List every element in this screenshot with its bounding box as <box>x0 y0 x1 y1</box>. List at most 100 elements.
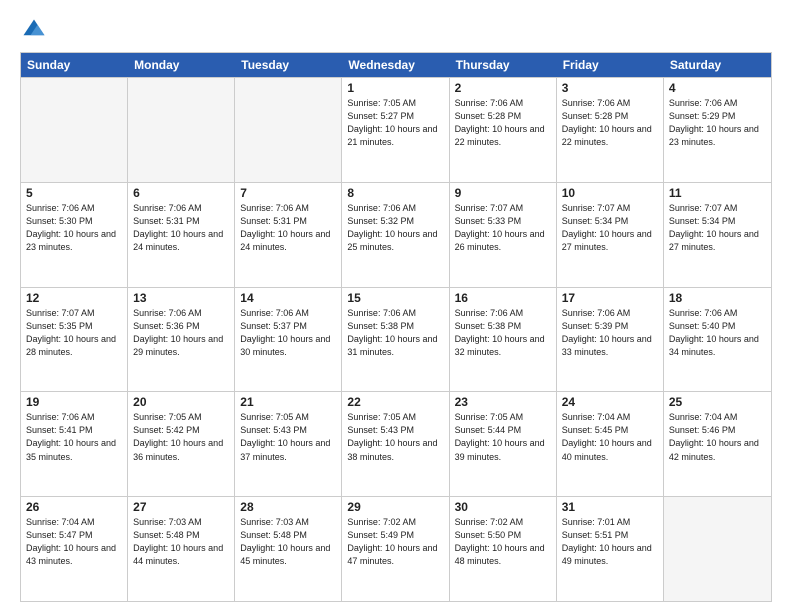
day-cell-8: 8Sunrise: 7:06 AM Sunset: 5:32 PM Daylig… <box>342 183 449 287</box>
day-info: Sunrise: 7:05 AM Sunset: 5:43 PM Dayligh… <box>240 411 336 463</box>
weekday-header-sunday: Sunday <box>21 53 128 77</box>
day-cell-23: 23 Sunrise: 7:05 AM Sunset: 5:44 PM Dayli… <box>450 392 557 496</box>
day-number: 24 <box>562 395 658 409</box>
day-cell-30: 30 Sunrise: 7:02 AM Sunset: 5:50 PM Dayli… <box>450 497 557 601</box>
day-info: Sunrise: 7:05 AM Sunset: 5:43 PM Dayligh… <box>347 411 443 463</box>
weekday-header-thursday: Thursday <box>450 53 557 77</box>
day-number: 21 <box>240 395 336 409</box>
day-cell-25: 25Sunrise: 7:04 AM Sunset: 5:46 PM Dayli… <box>664 392 771 496</box>
day-info: Sunrise: 7:04 AM Sunset: 5:45 PM Dayligh… <box>562 411 658 463</box>
day-number: 28 <box>240 500 336 514</box>
day-cell-27: 27Sunrise: 7:03 AM Sunset: 5:48 PM Dayli… <box>128 497 235 601</box>
empty-cell <box>235 78 342 182</box>
day-cell-26: 26 Sunrise: 7:04 AM Sunset: 5:47 PM Dayli… <box>21 497 128 601</box>
day-number: 12 <box>26 291 122 305</box>
weekday-header-wednesday: Wednesday <box>342 53 449 77</box>
day-number: 16 <box>455 291 551 305</box>
day-info: Sunrise: 7:06 AM Sunset: 5:31 PM Dayligh… <box>240 202 336 254</box>
calendar-row-5: 26 Sunrise: 7:04 AM Sunset: 5:47 PM Dayli… <box>21 496 771 601</box>
empty-cell <box>664 497 771 601</box>
day-number: 15 <box>347 291 443 305</box>
calendar-row-4: 19 Sunrise: 7:06 AM Sunset: 5:41 PM Dayli… <box>21 391 771 496</box>
day-info: Sunrise: 7:05 AM Sunset: 5:44 PM Dayligh… <box>455 411 551 463</box>
day-info: Sunrise: 7:06 AM Sunset: 5:28 PM Dayligh… <box>562 97 658 149</box>
empty-cell <box>128 78 235 182</box>
day-number: 1 <box>347 81 443 95</box>
logo <box>20 16 52 44</box>
day-info: Sunrise: 7:04 AM Sunset: 5:47 PM Dayligh… <box>26 516 122 568</box>
day-number: 29 <box>347 500 443 514</box>
day-info: Sunrise: 7:06 AM Sunset: 5:36 PM Dayligh… <box>133 307 229 359</box>
day-cell-7: 7 Sunrise: 7:06 AM Sunset: 5:31 PM Daylig… <box>235 183 342 287</box>
day-info: Sunrise: 7:02 AM Sunset: 5:50 PM Dayligh… <box>455 516 551 568</box>
day-info: Sunrise: 7:04 AM Sunset: 5:46 PM Dayligh… <box>669 411 766 463</box>
day-cell-17: 17 Sunrise: 7:06 AM Sunset: 5:39 PM Dayli… <box>557 288 664 392</box>
day-number: 23 <box>455 395 551 409</box>
day-number: 18 <box>669 291 766 305</box>
day-number: 26 <box>26 500 122 514</box>
day-info: Sunrise: 7:05 AM Sunset: 5:27 PM Dayligh… <box>347 97 443 149</box>
day-info: Sunrise: 7:07 AM Sunset: 5:34 PM Dayligh… <box>669 202 766 254</box>
day-cell-4: 4Sunrise: 7:06 AM Sunset: 5:29 PM Daylig… <box>664 78 771 182</box>
day-number: 6 <box>133 186 229 200</box>
day-number: 17 <box>562 291 658 305</box>
day-info: Sunrise: 7:06 AM Sunset: 5:31 PM Dayligh… <box>133 202 229 254</box>
day-info: Sunrise: 7:06 AM Sunset: 5:28 PM Dayligh… <box>455 97 551 149</box>
calendar-body: 1 Sunrise: 7:05 AM Sunset: 5:27 PM Daylig… <box>21 77 771 601</box>
day-info: Sunrise: 7:07 AM Sunset: 5:34 PM Dayligh… <box>562 202 658 254</box>
day-info: Sunrise: 7:03 AM Sunset: 5:48 PM Dayligh… <box>240 516 336 568</box>
calendar-row-3: 12Sunrise: 7:07 AM Sunset: 5:35 PM Dayli… <box>21 287 771 392</box>
day-number: 11 <box>669 186 766 200</box>
weekday-header-saturday: Saturday <box>664 53 771 77</box>
day-info: Sunrise: 7:06 AM Sunset: 5:40 PM Dayligh… <box>669 307 766 359</box>
day-info: Sunrise: 7:06 AM Sunset: 5:37 PM Dayligh… <box>240 307 336 359</box>
day-number: 3 <box>562 81 658 95</box>
day-cell-31: 31 Sunrise: 7:01 AM Sunset: 5:51 PM Dayli… <box>557 497 664 601</box>
day-cell-15: 15 Sunrise: 7:06 AM Sunset: 5:38 PM Dayli… <box>342 288 449 392</box>
day-info: Sunrise: 7:06 AM Sunset: 5:38 PM Dayligh… <box>347 307 443 359</box>
day-cell-3: 3 Sunrise: 7:06 AM Sunset: 5:28 PM Daylig… <box>557 78 664 182</box>
day-cell-16: 16 Sunrise: 7:06 AM Sunset: 5:38 PM Dayli… <box>450 288 557 392</box>
day-info: Sunrise: 7:06 AM Sunset: 5:29 PM Dayligh… <box>669 97 766 149</box>
day-number: 30 <box>455 500 551 514</box>
day-cell-22: 22 Sunrise: 7:05 AM Sunset: 5:43 PM Dayli… <box>342 392 449 496</box>
day-cell-12: 12Sunrise: 7:07 AM Sunset: 5:35 PM Dayli… <box>21 288 128 392</box>
day-cell-29: 29 Sunrise: 7:02 AM Sunset: 5:49 PM Dayli… <box>342 497 449 601</box>
day-cell-14: 14Sunrise: 7:06 AM Sunset: 5:37 PM Dayli… <box>235 288 342 392</box>
day-number: 2 <box>455 81 551 95</box>
calendar-header: SundayMondayTuesdayWednesdayThursdayFrid… <box>21 53 771 77</box>
day-cell-13: 13Sunrise: 7:06 AM Sunset: 5:36 PM Dayli… <box>128 288 235 392</box>
calendar: SundayMondayTuesdayWednesdayThursdayFrid… <box>20 52 772 602</box>
day-info: Sunrise: 7:06 AM Sunset: 5:41 PM Dayligh… <box>26 411 122 463</box>
day-cell-2: 2 Sunrise: 7:06 AM Sunset: 5:28 PM Daylig… <box>450 78 557 182</box>
empty-cell <box>21 78 128 182</box>
page: SundayMondayTuesdayWednesdayThursdayFrid… <box>0 0 792 612</box>
day-number: 27 <box>133 500 229 514</box>
header <box>20 16 772 44</box>
day-info: Sunrise: 7:05 AM Sunset: 5:42 PM Dayligh… <box>133 411 229 463</box>
day-cell-5: 5Sunrise: 7:06 AM Sunset: 5:30 PM Daylig… <box>21 183 128 287</box>
day-number: 22 <box>347 395 443 409</box>
day-number: 31 <box>562 500 658 514</box>
day-number: 5 <box>26 186 122 200</box>
day-cell-21: 21 Sunrise: 7:05 AM Sunset: 5:43 PM Dayli… <box>235 392 342 496</box>
day-number: 10 <box>562 186 658 200</box>
day-number: 7 <box>240 186 336 200</box>
day-cell-18: 18 Sunrise: 7:06 AM Sunset: 5:40 PM Dayli… <box>664 288 771 392</box>
day-number: 8 <box>347 186 443 200</box>
day-info: Sunrise: 7:01 AM Sunset: 5:51 PM Dayligh… <box>562 516 658 568</box>
weekday-header-tuesday: Tuesday <box>235 53 342 77</box>
day-info: Sunrise: 7:07 AM Sunset: 5:33 PM Dayligh… <box>455 202 551 254</box>
day-number: 19 <box>26 395 122 409</box>
day-info: Sunrise: 7:06 AM Sunset: 5:39 PM Dayligh… <box>562 307 658 359</box>
day-info: Sunrise: 7:02 AM Sunset: 5:49 PM Dayligh… <box>347 516 443 568</box>
day-info: Sunrise: 7:06 AM Sunset: 5:38 PM Dayligh… <box>455 307 551 359</box>
weekday-header-friday: Friday <box>557 53 664 77</box>
day-cell-19: 19 Sunrise: 7:06 AM Sunset: 5:41 PM Dayli… <box>21 392 128 496</box>
day-cell-28: 28 Sunrise: 7:03 AM Sunset: 5:48 PM Dayli… <box>235 497 342 601</box>
calendar-row-1: 1 Sunrise: 7:05 AM Sunset: 5:27 PM Daylig… <box>21 77 771 182</box>
day-cell-11: 11 Sunrise: 7:07 AM Sunset: 5:34 PM Dayli… <box>664 183 771 287</box>
day-cell-1: 1 Sunrise: 7:05 AM Sunset: 5:27 PM Daylig… <box>342 78 449 182</box>
logo-icon <box>20 16 48 44</box>
weekday-header-monday: Monday <box>128 53 235 77</box>
